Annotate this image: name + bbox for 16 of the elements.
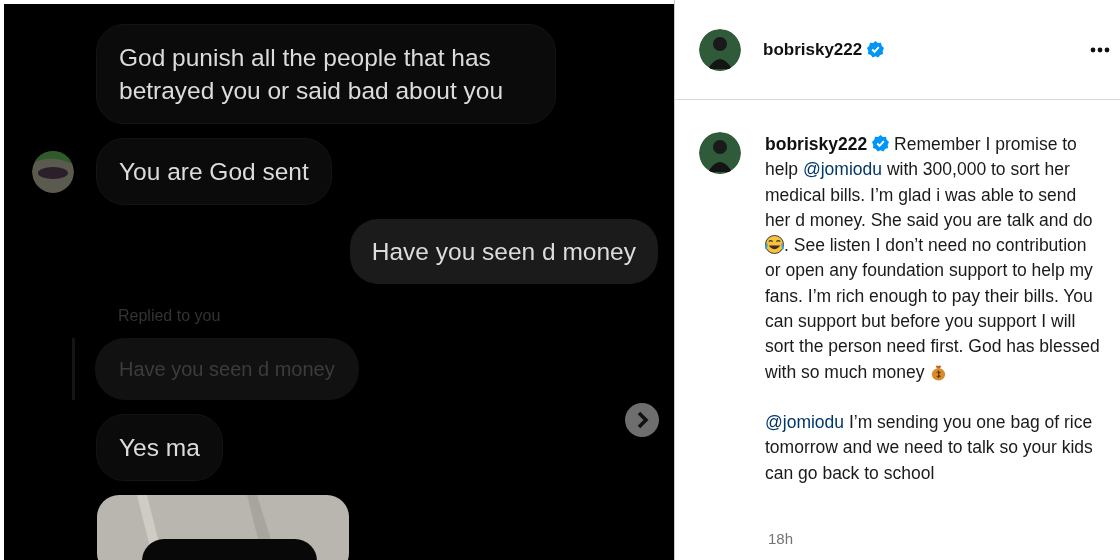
username[interactable]: bobrisky222	[765, 134, 868, 154]
laughing-emoji-icon	[765, 235, 784, 255]
next-button[interactable]	[625, 403, 659, 437]
message-bubble: You are God sent	[96, 138, 332, 205]
post-time: 18h	[768, 528, 795, 549]
verified-icon	[867, 41, 885, 58]
message-bubble: Have you seen d money	[349, 219, 658, 284]
verified-icon	[872, 135, 890, 152]
caption-text: bobrisky222 Remember I promise to help @jomiodu with 300,000 to sort her medical bills. I’m glad i was able to send her d money. She said you are talk and do . See listen I don’t need no contribution or open any foundation support to help my fans. I’m rich enough to pay their bills. You can support but before you support I will sort the person need first. God has blessed with so much money	[765, 133, 1101, 384]
message-bubble: God punish all the people that has betrayed you or said bad about you	[96, 24, 556, 124]
username[interactable]: bobrisky222	[763, 36, 863, 63]
message-bubble: Yes ma	[96, 414, 223, 481]
mention-link[interactable]: @jomiodu	[802, 159, 882, 180]
more-options-icon[interactable]	[1090, 46, 1110, 53]
caption-text: @jomiodu I’m sending you one bag of rice tomorrow and we need to talk so your kids can go back to school	[765, 410, 1094, 485]
mention-link[interactable]: @jomiodu	[765, 411, 845, 432]
